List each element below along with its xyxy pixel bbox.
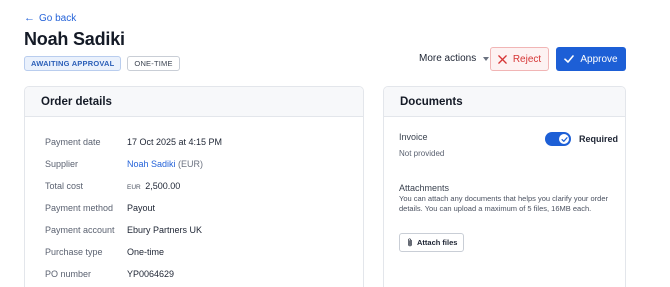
required-toggle-group: Required [545, 132, 618, 146]
detail-label: PO number [45, 269, 92, 279]
required-label: Required [579, 134, 619, 144]
detail-label: Purchase type [45, 247, 103, 257]
detail-value: Ebury Partners UK [127, 225, 203, 235]
detail-row-payment-date: Payment date 17 Oct 2025 at 4:15 PM [45, 137, 222, 147]
detail-value: YP0064629 [127, 269, 175, 279]
go-back-label: Go back [39, 13, 77, 24]
reject-label: Reject [512, 53, 542, 65]
attachments-description: You can attach any documents that helps … [399, 194, 609, 213]
detail-label: Payment date [45, 137, 101, 147]
attachments-label: Attachments [399, 183, 450, 193]
invoice-label: Invoice [399, 132, 428, 142]
check-icon [560, 136, 568, 142]
page-title: Noah Sadiki [24, 29, 125, 49]
required-toggle[interactable] [545, 132, 571, 146]
documents-card: Documents Invoice Required Not provided … [383, 86, 626, 287]
detail-value: Payout [127, 203, 156, 213]
arrow-left-icon: ← [24, 12, 35, 24]
supplier-currency: (EUR) [178, 159, 204, 169]
detail-row-supplier: Supplier Noah Sadiki (EUR) [45, 159, 203, 169]
supplier-link[interactable]: Noah Sadiki [127, 159, 176, 169]
status-badges: AWAITING APPROVAL ONE-TIME [24, 56, 180, 71]
detail-value: One-time [127, 247, 165, 257]
detail-label: Payment method [45, 203, 114, 213]
paperclip-icon [408, 238, 412, 247]
detail-value: 17 Oct 2025 at 4:15 PM [127, 137, 223, 147]
reject-button[interactable]: Reject [490, 47, 549, 71]
documents-title: Documents [384, 87, 625, 117]
close-icon [498, 54, 507, 64]
invoice-status: Not provided [399, 149, 445, 158]
more-actions-dropdown[interactable]: More actions [419, 53, 490, 64]
detail-row-po-number: PO number YP0064629 [45, 269, 174, 279]
detail-label: Total cost [45, 181, 84, 191]
type-badge-one-time: ONE-TIME [127, 56, 180, 71]
detail-value: 2,500.00 [145, 181, 181, 191]
attach-files-button[interactable]: Attach files [399, 233, 465, 252]
detail-label: Supplier [45, 159, 79, 169]
order-details-title: Order details [25, 87, 363, 117]
detail-row-total-cost: Total cost EUR 2,500.00 [45, 181, 180, 191]
chevron-down-icon [483, 56, 490, 61]
attach-files-label: Attach files [417, 238, 458, 247]
detail-label: Payment account [45, 225, 115, 235]
approve-button[interactable]: Approve [556, 47, 626, 71]
currency-code: EUR [127, 184, 141, 191]
detail-row-payment-account: Payment account Ebury Partners UK [45, 225, 202, 235]
more-actions-label: More actions [419, 53, 477, 64]
detail-row-purchase-type: Purchase type One-time [45, 247, 164, 257]
go-back-link[interactable]: ← Go back [24, 12, 77, 25]
order-details-card: Order details Payment date 17 Oct 2025 a… [24, 86, 364, 287]
approve-label: Approve [580, 53, 618, 65]
detail-row-payment-method: Payment method Payout [45, 203, 155, 213]
status-badge-awaiting: AWAITING APPROVAL [24, 56, 122, 71]
check-icon [564, 55, 575, 63]
